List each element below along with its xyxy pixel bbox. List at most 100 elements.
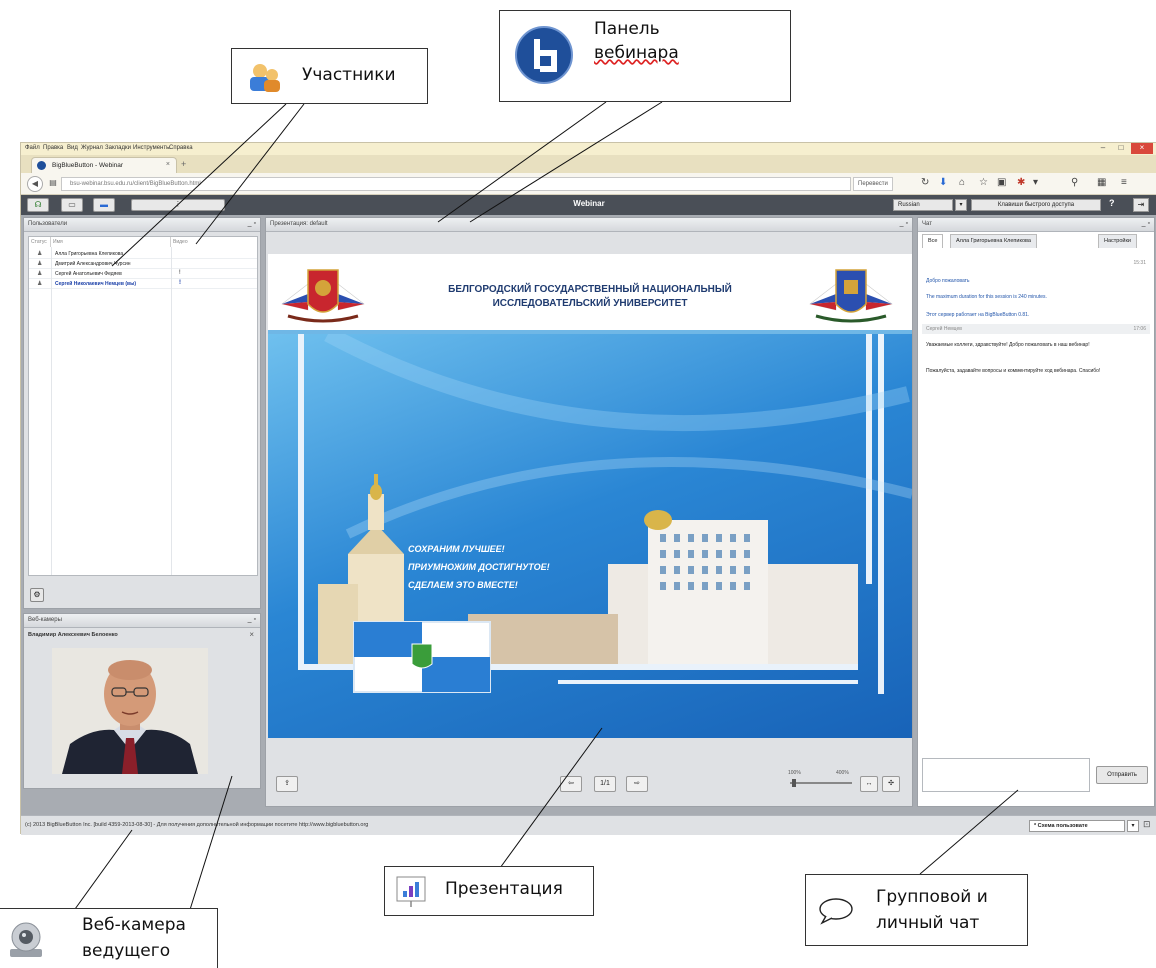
panel-window-controls-icon[interactable]: _ ▫ <box>248 616 256 623</box>
user-row[interactable]: ♟ Дмитрий Александрович Чурсин <box>29 259 257 269</box>
zoom-min-label: 100% <box>788 770 801 776</box>
user-icon: ♟ <box>37 251 43 257</box>
close-icon[interactable]: × <box>249 630 254 639</box>
zoom-slider-handle[interactable] <box>792 779 796 787</box>
system-message: Этот сервер работает на BigBlueButton 0.… <box>926 312 1030 318</box>
chat-panel: Чат _ ▫ Все Алла Григорьевна Клепикова Н… <box>917 217 1155 807</box>
clipboard-icon[interactable]: ▣ <box>997 177 1006 188</box>
slide-slogan-3: СДЕЛАЕМ ЭТО ВМЕСТЕ! <box>408 580 518 590</box>
presenter-name: Владимир Алексеевич Белоенко <box>28 632 118 638</box>
url-text: bsu-webinar.bsu.edu.ru/client/BigBlueBut… <box>70 181 201 187</box>
panel-window-controls-icon[interactable]: _ ▫ <box>248 220 256 227</box>
translate-button[interactable]: Перевести <box>853 177 893 191</box>
menu-history[interactable]: Журнал <box>81 145 103 151</box>
column-divider <box>51 247 52 575</box>
maximize-icon[interactable]: □ <box>1113 143 1129 154</box>
webinar-toolbar: ☊ ▭ ▬ ⋮ Webinar Russian ▾ Клавиши быстро… <box>21 195 1156 215</box>
callout-webcam-line2: ведущего <box>82 941 171 961</box>
chat-tab-settings[interactable]: Настройки <box>1098 234 1137 248</box>
upload-presentation-icon[interactable]: ⇪ <box>276 776 298 792</box>
site-info-icon[interactable]: ▤ <box>45 176 61 192</box>
chat-tab-all[interactable]: Все <box>922 234 944 248</box>
menu-tools[interactable]: Инструменты <box>133 145 170 151</box>
user-name: Алла Григорьевна Клепикова <box>55 251 124 257</box>
logout-icon[interactable]: ⇥ <box>1133 198 1149 212</box>
chat-input[interactable] <box>922 758 1090 792</box>
menu-bookmarks[interactable]: Закладки <box>105 145 131 151</box>
presentation-controls: ⇪ ⇦ 1/1 ⇨ 100% 400% ↔ ✣ <box>268 740 912 804</box>
reader-icon[interactable]: ▦ <box>1097 177 1106 188</box>
address-bar[interactable]: bsu-webinar.bsu.edu.ru/client/BigBlueBut… <box>61 177 851 191</box>
addon-icon[interactable]: ✱ <box>1017 177 1025 188</box>
user-icon: ♟ <box>37 261 43 267</box>
fit-page-icon[interactable]: ✣ <box>882 776 900 792</box>
new-tab-icon[interactable]: + <box>181 159 186 169</box>
system-message: Добро пожаловать <box>926 278 970 284</box>
send-button[interactable]: Отправить <box>1096 766 1148 784</box>
tools-icon[interactable]: ⚲ <box>1071 177 1078 188</box>
column-video[interactable]: Видео <box>171 237 257 247</box>
chevron-down-icon[interactable]: ▾ <box>955 199 967 211</box>
user-row[interactable]: ♟ Сергей Анатольевич Федяев ! <box>29 269 257 279</box>
page-indicator-button[interactable]: 1/1 <box>594 776 616 792</box>
settings-gear-icon[interactable]: ⚙ <box>30 588 44 602</box>
browser-tab[interactable]: BigBlueButton - Webinar × <box>31 157 177 173</box>
close-window-icon[interactable]: × <box>1131 143 1153 154</box>
previous-slide-icon[interactable]: ⇦ <box>560 776 582 792</box>
callout-webinar-panel-line1: Панель <box>594 19 660 39</box>
russia-emblem-icon <box>281 269 365 323</box>
callout-presentation-text: Презентация <box>445 879 563 899</box>
user-name: Дмитрий Александрович Чурсин <box>55 261 131 267</box>
next-slide-icon[interactable]: ⇨ <box>626 776 648 792</box>
panel-window-controls-icon[interactable]: _ ▫ <box>900 220 908 227</box>
fit-width-icon[interactable]: ↔ <box>860 776 878 792</box>
zoom-max-label: 400% <box>836 770 849 776</box>
minimize-icon[interactable]: – <box>1095 143 1111 154</box>
chat-tab-private[interactable]: Алла Григорьевна Клепикова <box>950 234 1037 248</box>
tab-close-icon[interactable]: × <box>166 161 170 168</box>
back-icon[interactable]: ◀ <box>27 176 43 192</box>
language-select[interactable]: Russian <box>893 199 953 211</box>
callout-webcam: Веб-камера ведущего <box>0 908 218 968</box>
webcams-panel-header: Веб-камеры _ ▫ <box>24 614 260 628</box>
chat-bubble-icon <box>819 898 853 925</box>
shortcuts-button[interactable]: Клавиши быстрого доступа <box>971 199 1101 211</box>
home-icon[interactable]: ⌂ <box>959 177 965 188</box>
message-sender: Сергей Немцев <box>926 326 962 332</box>
addon-dropdown-icon[interactable]: ▾ <box>1033 177 1038 188</box>
lock-icon[interactable]: ⊡ <box>1143 819 1151 830</box>
system-message: The maximum duration for this session is… <box>926 294 1047 300</box>
download-icon[interactable]: ⬇ <box>939 177 947 188</box>
presenter-video <box>52 648 208 774</box>
presenter-photo <box>52 648 208 774</box>
webcams-panel: Веб-камеры _ ▫ Владимир Алексеевич Белое… <box>23 613 261 789</box>
user-row[interactable]: ♟ Сергей Николаевич Немцев (вы) ! <box>29 279 257 289</box>
help-button[interactable]: ? <box>1109 198 1115 208</box>
column-name[interactable]: Имя <box>51 237 171 247</box>
hamburger-menu-icon[interactable]: ≡ <box>1121 177 1127 188</box>
belgorod-emblem-icon <box>809 269 893 323</box>
menu-file[interactable]: Файл <box>25 145 40 151</box>
menu-edit[interactable]: Правка <box>43 145 63 151</box>
user-video: ! <box>179 280 181 286</box>
slide-slogan-1: СОХРАНИМ ЛУЧШЕЕ! <box>408 544 505 554</box>
column-divider <box>171 247 172 575</box>
callout-chat: Групповой и личный чат <box>805 874 1028 946</box>
slide-body: СОХРАНИМ ЛУЧШЕЕ! ПРИУМНОЖИМ ДОСТИГНУТОЕ!… <box>268 334 912 738</box>
chat-messages: 15:31 Добро пожаловать The maximum durat… <box>920 250 1152 750</box>
chat-message: Уважаемые коллеги, здравствуйте! Добро п… <box>926 342 1090 348</box>
menu-help[interactable]: Справка <box>169 145 193 151</box>
zoom-slider[interactable] <box>790 782 852 784</box>
user-row[interactable]: ♟ Алла Григорьевна Клепикова <box>29 249 257 259</box>
column-status[interactable]: Статус <box>29 237 51 247</box>
bookmark-star-icon[interactable]: ☆ <box>979 177 988 188</box>
menu-view[interactable]: Вид <box>67 145 78 151</box>
presentation-slide[interactable]: БЕЛГОРОДСКИЙ ГОСУДАРСТВЕННЫЙ НАЦИОНАЛЬНЫ… <box>268 254 912 738</box>
reload-icon[interactable]: ↻ <box>921 177 929 188</box>
tab-title: BigBlueButton - Webinar <box>52 162 124 169</box>
slide-header: БЕЛГОРОДСКИЙ ГОСУДАРСТВЕННЫЙ НАЦИОНАЛЬНЫ… <box>268 254 912 334</box>
webcams-panel-title: Веб-камеры <box>28 617 62 623</box>
chevron-down-icon[interactable]: ▾ <box>1127 820 1139 832</box>
layout-select[interactable]: * Схема пользовате <box>1029 820 1125 832</box>
panel-window-controls-icon[interactable]: _ ▫ <box>1142 220 1150 227</box>
